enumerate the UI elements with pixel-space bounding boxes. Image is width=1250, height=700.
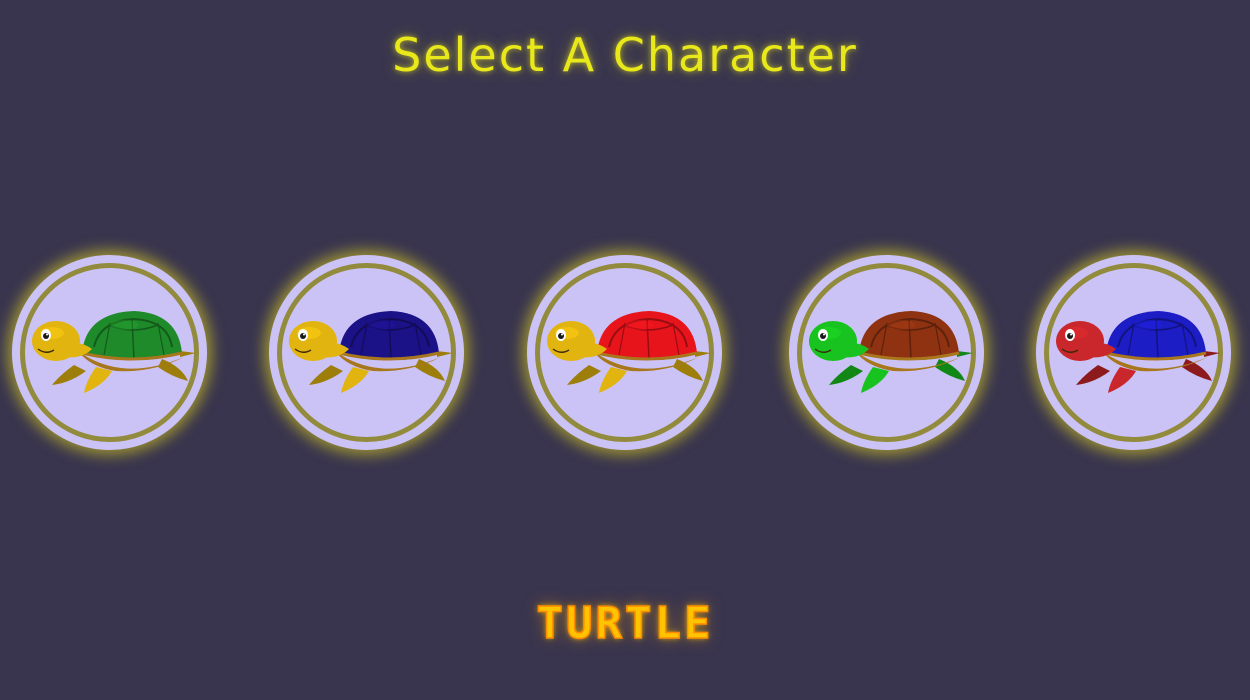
character-slot-4[interactable] — [789, 255, 984, 450]
character-slot-5[interactable] — [1036, 255, 1231, 450]
character-slot-3[interactable] — [527, 255, 722, 450]
page-title: Select A Character — [392, 28, 858, 82]
turtle-icon — [547, 311, 711, 393]
turtle-figure — [32, 311, 196, 393]
turtle-figure — [1056, 311, 1220, 393]
character-slot-2[interactable] — [269, 255, 464, 450]
turtle-figure — [809, 311, 973, 393]
turtle-figure — [547, 311, 711, 393]
turtle-icon — [289, 311, 453, 393]
turtle-icon — [809, 311, 973, 393]
turtle-icon — [1056, 311, 1220, 393]
character-slot-1[interactable] — [12, 255, 207, 450]
selected-character-name: TURTLE — [536, 597, 714, 650]
turtle-figure — [289, 311, 453, 393]
turtle-icon — [32, 311, 196, 393]
